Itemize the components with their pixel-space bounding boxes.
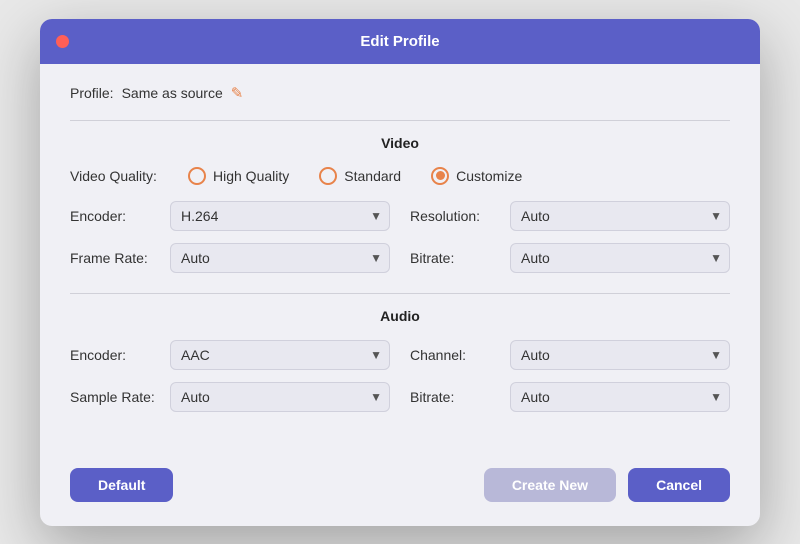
video-resolution-select[interactable]: Auto: [510, 201, 730, 231]
footer-right-buttons: Create New Cancel: [484, 468, 730, 502]
video-framerate-row: Frame Rate: Auto ▼: [70, 243, 390, 273]
video-section-title: Video: [70, 135, 730, 151]
quality-radio-group: High Quality Standard Customize: [188, 167, 522, 185]
quality-standard-label: Standard: [344, 168, 401, 184]
dialog-title: Edit Profile: [360, 33, 439, 50]
dialog-body: Profile: Same as source ✎ Video Video Qu…: [40, 64, 760, 456]
quality-high-label: High Quality: [213, 168, 289, 184]
audio-samplerate-select-wrapper: Auto ▼: [170, 382, 390, 412]
audio-fields-grid: Encoder: AAC ▼ Channel: Auto ▼: [70, 340, 730, 412]
audio-samplerate-select[interactable]: Auto: [170, 382, 390, 412]
quality-option-high[interactable]: High Quality: [188, 167, 289, 185]
video-framerate-label: Frame Rate:: [70, 250, 160, 266]
video-framerate-select-wrapper: Auto ▼: [170, 243, 390, 273]
video-encoder-label: Encoder:: [70, 208, 160, 224]
audio-channel-select-wrapper: Auto ▼: [510, 340, 730, 370]
video-bitrate-select[interactable]: Auto: [510, 243, 730, 273]
video-encoder-select[interactable]: H.264: [170, 201, 390, 231]
video-bitrate-row: Bitrate: Auto ▼: [410, 243, 730, 273]
profile-row: Profile: Same as source ✎: [70, 84, 730, 102]
audio-encoder-row: Encoder: AAC ▼: [70, 340, 390, 370]
audio-section-title: Audio: [70, 308, 730, 324]
video-divider: [70, 120, 730, 121]
quality-customize-label: Customize: [456, 168, 522, 184]
quality-row: Video Quality: High Quality Standard Cus…: [70, 167, 730, 185]
video-encoder-select-wrapper: H.264 ▼: [170, 201, 390, 231]
audio-bitrate-label: Bitrate:: [410, 389, 500, 405]
video-resolution-label: Resolution:: [410, 208, 500, 224]
audio-encoder-select-wrapper: AAC ▼: [170, 340, 390, 370]
quality-option-standard[interactable]: Standard: [319, 167, 401, 185]
default-button[interactable]: Default: [70, 468, 173, 502]
radio-high[interactable]: [188, 167, 206, 185]
audio-bitrate-select-wrapper: Auto ▼: [510, 382, 730, 412]
profile-value: Same as source: [122, 85, 223, 101]
edit-icon[interactable]: ✎: [231, 84, 244, 102]
video-bitrate-label: Bitrate:: [410, 250, 500, 266]
close-button[interactable]: [56, 35, 69, 48]
audio-encoder-label: Encoder:: [70, 347, 160, 363]
radio-standard[interactable]: [319, 167, 337, 185]
video-fields-grid: Encoder: H.264 ▼ Resolution: Auto ▼: [70, 201, 730, 273]
audio-channel-label: Channel:: [410, 347, 500, 363]
video-bitrate-select-wrapper: Auto ▼: [510, 243, 730, 273]
dialog-footer: Default Create New Cancel: [40, 456, 760, 526]
video-resolution-row: Resolution: Auto ▼: [410, 201, 730, 231]
quality-option-customize[interactable]: Customize: [431, 167, 522, 185]
audio-encoder-select[interactable]: AAC: [170, 340, 390, 370]
audio-samplerate-label: Sample Rate:: [70, 389, 160, 405]
video-framerate-select[interactable]: Auto: [170, 243, 390, 273]
video-encoder-row: Encoder: H.264 ▼: [70, 201, 390, 231]
audio-channel-select[interactable]: Auto: [510, 340, 730, 370]
audio-bitrate-row: Bitrate: Auto ▼: [410, 382, 730, 412]
quality-label: Video Quality:: [70, 168, 180, 184]
radio-customize[interactable]: [431, 167, 449, 185]
audio-samplerate-row: Sample Rate: Auto ▼: [70, 382, 390, 412]
audio-channel-row: Channel: Auto ▼: [410, 340, 730, 370]
audio-divider: [70, 293, 730, 294]
edit-profile-dialog: Edit Profile Profile: Same as source ✎ V…: [40, 19, 760, 526]
profile-label: Profile:: [70, 85, 114, 101]
create-new-button[interactable]: Create New: [484, 468, 616, 502]
title-bar: Edit Profile: [40, 19, 760, 64]
video-resolution-select-wrapper: Auto ▼: [510, 201, 730, 231]
cancel-button[interactable]: Cancel: [628, 468, 730, 502]
audio-bitrate-select[interactable]: Auto: [510, 382, 730, 412]
